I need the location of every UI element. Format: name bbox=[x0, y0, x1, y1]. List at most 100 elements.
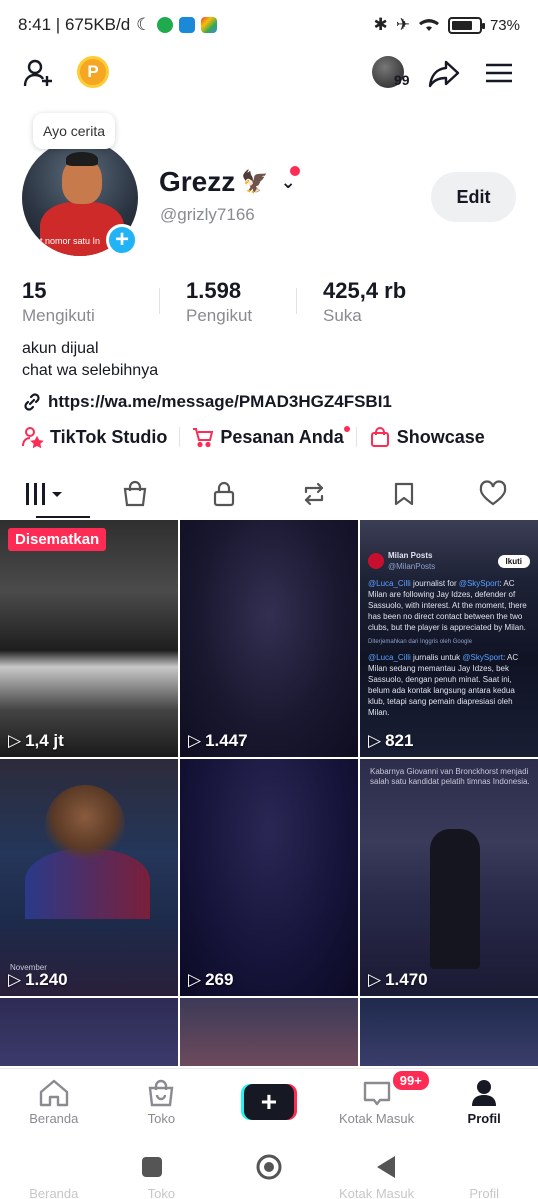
view-count-text: 1.470 bbox=[385, 970, 428, 989]
tweet-tag: @SkySport bbox=[462, 653, 503, 662]
view-count-text: 1.240 bbox=[25, 970, 68, 989]
video-thumbnail[interactable]: ▷ 269 bbox=[180, 759, 358, 996]
tweet-text: jurnalis untuk bbox=[410, 653, 463, 662]
notification-dot bbox=[290, 166, 300, 176]
tab-videos[interactable] bbox=[0, 470, 90, 518]
username: @grizly7166 bbox=[160, 205, 255, 224]
nav-profile[interactable]: Profil bbox=[430, 1069, 538, 1134]
tab-favorites[interactable] bbox=[359, 470, 449, 518]
plus-icon: + bbox=[243, 1083, 294, 1120]
ghost-label: Kotak Masuk bbox=[339, 1186, 415, 1199]
add-friend-icon[interactable] bbox=[22, 56, 56, 95]
avatar-cap bbox=[66, 152, 98, 166]
likes-label: Suka bbox=[323, 306, 362, 325]
video-thumbnail[interactable] bbox=[360, 998, 538, 1066]
story-count: 99 bbox=[394, 72, 410, 88]
home-icon bbox=[39, 1079, 68, 1106]
view-count: ▷ 1.240 bbox=[8, 970, 68, 990]
nav-shop[interactable]: Toko bbox=[108, 1069, 216, 1134]
tab-shop[interactable] bbox=[90, 470, 180, 518]
video-thumbnail[interactable]: Kabarnya Giovanni van Bronckhorst menjad… bbox=[360, 759, 538, 996]
add-story-button[interactable]: + bbox=[106, 224, 138, 256]
profile-icon bbox=[472, 1079, 497, 1106]
followers-stat[interactable]: 1.598 Pengikut bbox=[159, 278, 296, 326]
back-icon[interactable] bbox=[375, 1155, 397, 1179]
play-icon: ▷ bbox=[8, 970, 22, 989]
edit-profile-button[interactable]: Edit bbox=[431, 172, 516, 222]
shopping-bag-icon bbox=[370, 427, 389, 447]
shortcut-label: TikTok Studio bbox=[50, 426, 168, 447]
profile-stats: 15 Mengikuti 1.598 Pengikut 425,4 rb Suk… bbox=[22, 278, 433, 326]
grid-lines-icon bbox=[25, 483, 62, 505]
wifi-icon bbox=[418, 19, 439, 31]
display-name-row[interactable]: Grezz 🦅 ⌄ bbox=[159, 166, 296, 198]
showcase-button[interactable]: Showcase bbox=[369, 426, 485, 448]
tab-liked[interactable] bbox=[448, 470, 538, 518]
bio-line: chat wa selebihnya bbox=[22, 362, 159, 379]
video-thumbnail[interactable] bbox=[180, 998, 358, 1066]
orders-button[interactable]: Pesanan Anda bbox=[192, 426, 350, 448]
nav-inbox[interactable]: Kotak Masuk 99+ bbox=[323, 1069, 431, 1134]
battery-icon bbox=[447, 16, 485, 34]
player-head-graphic bbox=[45, 785, 125, 865]
tweet-tag: @Luca_Cilli bbox=[368, 653, 411, 662]
orders-dot bbox=[343, 426, 350, 432]
avatar-caption: t nomor satu In bbox=[40, 236, 101, 246]
name-emoji: 🦅 bbox=[241, 169, 269, 194]
shortcut-label: Pesanan Anda bbox=[220, 426, 344, 447]
likes-stat[interactable]: 425,4 rb Suka bbox=[296, 278, 433, 326]
video-thumbnail[interactable]: ▷ 1.447 bbox=[180, 520, 358, 757]
menu-icon[interactable] bbox=[484, 56, 514, 95]
video-thumbnail[interactable]: Milan Posts @MilanPosts Ikuti @Luca_Cill… bbox=[360, 520, 538, 757]
inbox-badge: 99+ bbox=[390, 1069, 431, 1092]
moon-icon: ☾ bbox=[136, 15, 152, 34]
stat-divider bbox=[296, 288, 297, 314]
tweet-header: Milan Posts @MilanPosts Ikuti bbox=[368, 550, 530, 572]
bio-link[interactable]: https://wa.me/message/PMAD3HGZ4FSBI1 bbox=[22, 392, 392, 412]
share-icon[interactable] bbox=[427, 56, 461, 95]
view-count-text: 1,4 jt bbox=[25, 731, 64, 750]
tweet-handle: @MilanPosts bbox=[388, 562, 436, 571]
recents-icon[interactable] bbox=[141, 1156, 163, 1178]
play-icon: ▷ bbox=[8, 731, 22, 750]
tab-private[interactable] bbox=[179, 470, 269, 518]
followers-count: 1.598 bbox=[186, 278, 242, 303]
coin-icon[interactable]: P bbox=[77, 56, 109, 88]
home-circle-icon[interactable] bbox=[255, 1153, 283, 1181]
tiktok-studio-button[interactable]: TikTok Studio bbox=[22, 426, 167, 448]
status-bar: 8:41 | 675KB/d ☾ ✱ ✈ 73% bbox=[0, 0, 538, 50]
likes-count: 425,4 rb bbox=[323, 278, 407, 303]
app-notification-icon bbox=[179, 17, 196, 33]
video-thumbnail[interactable]: November ▷ 1.240 bbox=[0, 759, 178, 996]
video-thumbnail[interactable] bbox=[0, 998, 178, 1066]
view-count-text: 821 bbox=[385, 731, 414, 750]
nav-create[interactable]: + bbox=[215, 1069, 323, 1134]
tab-reposts[interactable] bbox=[269, 470, 359, 518]
status-left: 8:41 | 675KB/d ☾ bbox=[18, 15, 218, 35]
app-notification-icon bbox=[157, 17, 174, 33]
profile-shortcuts: TikTok Studio Pesanan Anda Showcase bbox=[22, 426, 485, 448]
app-notification-icon bbox=[201, 17, 218, 33]
video-thumbnail[interactable]: Disematkan ▷ 1,4 jt bbox=[0, 520, 178, 757]
bluetooth-icon: ✱ bbox=[373, 15, 388, 34]
shortcut-divider bbox=[355, 427, 357, 447]
nav-home[interactable]: Beranda bbox=[0, 1069, 108, 1134]
ghost-label: Beranda bbox=[29, 1186, 79, 1199]
followers-label: Pengikut bbox=[186, 306, 253, 325]
status-right: ✱ ✈ 73% bbox=[373, 15, 520, 35]
lock-icon bbox=[214, 481, 235, 507]
bookmark-icon bbox=[394, 482, 413, 506]
tweet-card: Milan Posts @MilanPosts Ikuti @Luca_Cill… bbox=[368, 550, 530, 718]
coach-graphic bbox=[430, 829, 480, 969]
cart-icon bbox=[193, 428, 214, 448]
status-time: 8:41 | 675KB/d bbox=[18, 15, 131, 34]
story-tooltip[interactable]: Ayo cerita bbox=[33, 113, 115, 149]
tweet-text: journalist for bbox=[410, 579, 459, 588]
nav-label: Toko bbox=[147, 1110, 176, 1126]
view-count: ▷ 1,4 jt bbox=[8, 731, 64, 751]
bio-link-text: https://wa.me/message/PMAD3HGZ4FSBI1 bbox=[48, 392, 392, 411]
airplane-icon: ✈ bbox=[395, 15, 410, 34]
following-stat[interactable]: 15 Mengikuti bbox=[22, 278, 159, 326]
create-icon: + bbox=[240, 1083, 297, 1120]
story-avatar[interactable]: 99 bbox=[372, 56, 410, 88]
